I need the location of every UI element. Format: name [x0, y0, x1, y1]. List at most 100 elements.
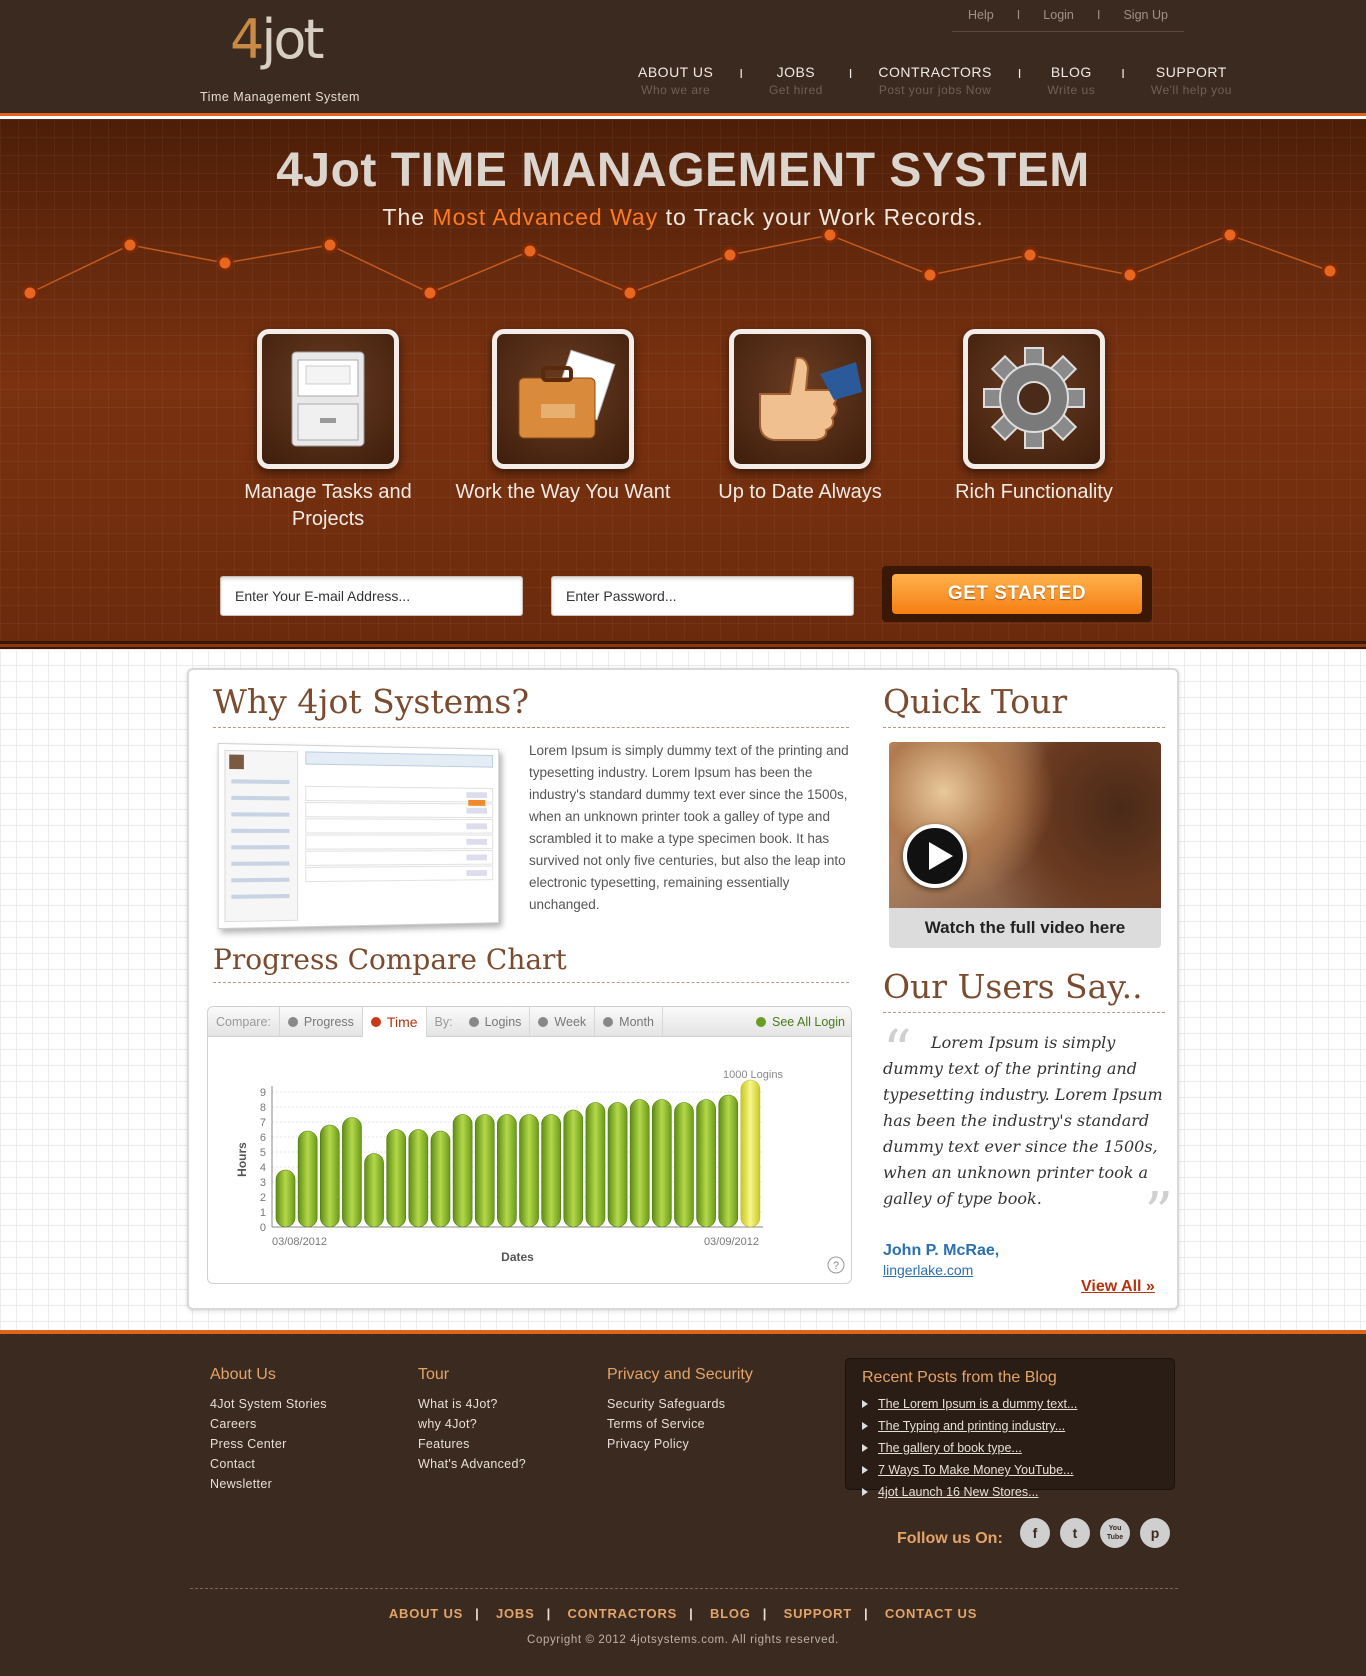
footer-link[interactable]: What's Advanced?: [418, 1454, 526, 1474]
hero-decorative-line: [21, 229, 1339, 302]
feature-manage-tasks[interactable]: Manage Tasks and Projects: [218, 329, 438, 533]
footer-nav-separator: |: [864, 1606, 869, 1621]
logins-tab[interactable]: Logins: [461, 1007, 531, 1037]
footer-link[interactable]: Contact: [210, 1454, 327, 1474]
youtube-icon[interactable]: You Tube: [1100, 1518, 1130, 1548]
y-tick-label: 8: [260, 1102, 266, 1114]
footer-link[interactable]: 4Jot System Stories: [210, 1394, 327, 1414]
footer-nav-support[interactable]: SUPPORT: [784, 1606, 852, 1621]
signup-link[interactable]: Sign Up: [1123, 8, 1167, 31]
nav-blog[interactable]: BLOG Write us: [1021, 64, 1121, 97]
y-tick-label: 0: [260, 1222, 266, 1234]
chart-bar: [607, 1102, 628, 1228]
view-all-link[interactable]: View All »: [1081, 1278, 1155, 1296]
footer-link[interactable]: Terms of Service: [607, 1414, 753, 1434]
feature-label: Work the Way You Want: [455, 481, 671, 503]
blog-post-link[interactable]: 7 Ways To Make Money YouTube...: [862, 1459, 1158, 1481]
email-input[interactable]: [220, 576, 523, 616]
footer-privacy-title: Privacy and Security: [607, 1366, 753, 1383]
radio-icon: [370, 1016, 381, 1027]
feature-rich-functionality[interactable]: Rich Functionality: [924, 329, 1144, 506]
twitter-icon[interactable]: t: [1060, 1518, 1090, 1548]
login-link[interactable]: Login: [1043, 8, 1074, 31]
y-tick-label: 9: [260, 1087, 266, 1099]
logo-word: jot: [261, 8, 324, 71]
y-tick-label: 6: [260, 1132, 266, 1144]
footer-nav-blog[interactable]: BLOG: [710, 1606, 751, 1621]
video-caption[interactable]: Watch the full video here: [889, 908, 1161, 948]
top-links: Help I Login I Sign Up: [952, 8, 1184, 32]
footer-nav-contractors[interactable]: CONTRACTORS: [567, 1606, 677, 1621]
nav-contractors[interactable]: CONTRACTORS Post your jobs Now: [852, 64, 1017, 97]
chart-bar: [386, 1129, 407, 1228]
footer-link[interactable]: Features: [418, 1434, 526, 1454]
testimonial-site-link[interactable]: lingerlake.com: [883, 1262, 973, 1278]
week-tab[interactable]: Week: [530, 1007, 596, 1037]
nav-about-us[interactable]: ABOUT US Who we are: [612, 64, 739, 97]
x-tick-label: 03/09/2012: [704, 1236, 759, 1248]
feature-work-your-way[interactable]: Work the Way You Want: [453, 329, 673, 506]
video-player[interactable]: Watch the full video here: [889, 742, 1161, 948]
footer-about-column: About Us 4Jot System Stories Careers Pre…: [210, 1366, 327, 1494]
footer-link[interactable]: What is 4Jot?: [418, 1394, 526, 1414]
help-icon-glyph: ?: [833, 1260, 839, 1272]
blog-post-link[interactable]: The gallery of book type...: [862, 1437, 1158, 1459]
top-separator: I: [1096, 8, 1101, 22]
nav-title: SUPPORT: [1155, 64, 1227, 80]
footer-link[interactable]: why 4Jot?: [418, 1414, 526, 1434]
password-input[interactable]: [551, 576, 854, 616]
footer-divider: [190, 1588, 1178, 1589]
blog-post-link[interactable]: The Lorem Ipsum is a dummy text...: [862, 1393, 1158, 1415]
feature-label: Rich Functionality: [955, 481, 1113, 503]
footer-nav-about-us[interactable]: ABOUT US: [389, 1606, 463, 1621]
footer-link[interactable]: Security Safeguards: [607, 1394, 753, 1414]
blog-post-link[interactable]: 4jot Launch 16 New Stores...: [862, 1481, 1158, 1503]
chart-bar: [408, 1129, 429, 1228]
hero-bottom-border: [0, 641, 1366, 649]
logo[interactable]: 4jot Time Management System: [200, 8, 380, 108]
x-axis-label: Dates: [501, 1250, 534, 1264]
progress-tab[interactable]: Progress: [280, 1007, 363, 1037]
play-icon[interactable]: [903, 824, 967, 888]
why-description: Lorem Ipsum is simply dummy text of the …: [529, 743, 849, 912]
get-started-button[interactable]: GET STARTED: [892, 574, 1142, 614]
logo-tagline: Time Management System: [200, 90, 360, 104]
chart-bar: [342, 1117, 362, 1228]
pinterest-icon[interactable]: p: [1140, 1518, 1170, 1548]
hero-grid-texture: [0, 119, 1366, 649]
by-label: By:: [434, 1014, 453, 1029]
nav-subtitle: Write us: [1047, 83, 1096, 97]
see-all-login-button[interactable]: See All Login: [748, 1007, 851, 1037]
month-tab-label: Month: [619, 1014, 654, 1029]
nav-jobs[interactable]: JOBS Get hired: [743, 64, 849, 97]
blog-post-link[interactable]: The Typing and printing industry...: [862, 1415, 1158, 1437]
footer-nav-jobs[interactable]: JOBS: [496, 1606, 535, 1621]
testimonial-author: John P. McRae,: [883, 1242, 1000, 1259]
facebook-icon[interactable]: f: [1020, 1518, 1050, 1548]
chart-bar: [541, 1114, 561, 1228]
why-heading: Why 4jot Systems?: [213, 682, 849, 728]
month-tab[interactable]: Month: [595, 1007, 663, 1037]
footer-nav-contact-us[interactable]: CONTACT US: [885, 1606, 977, 1621]
feature-label: Up to Date Always: [718, 481, 882, 503]
y-tick-label: 3: [260, 1177, 266, 1189]
footer-privacy-column: Privacy and Security Security Safeguards…: [607, 1366, 753, 1454]
help-link[interactable]: Help: [968, 8, 994, 31]
footer-link[interactable]: Press Center: [210, 1434, 327, 1454]
chart-toolbar: Compare: Progress Time By: Logins Week M…: [208, 1007, 851, 1037]
chart-bar: [674, 1102, 694, 1228]
radio-icon: [538, 1016, 549, 1027]
chart-bar: [519, 1114, 539, 1228]
x-tick-label: 03/08/2012: [272, 1236, 327, 1248]
time-tab[interactable]: Time: [362, 1007, 427, 1037]
main-panel: Why 4jot Systems? Lorem Ipsum is simply …: [187, 668, 1179, 1310]
nav-subtitle: Get hired: [768, 83, 823, 97]
footer-link[interactable]: Newsletter: [210, 1474, 327, 1494]
chart-bar: [696, 1099, 716, 1228]
gear-icon: [963, 329, 1105, 469]
feature-up-to-date[interactable]: Up to Date Always: [690, 329, 910, 506]
nav-support[interactable]: SUPPORT We'll help you: [1125, 64, 1258, 97]
footer-link[interactable]: Careers: [210, 1414, 327, 1434]
footer-nav-separator: |: [762, 1606, 768, 1621]
footer-link[interactable]: Privacy Policy: [607, 1434, 753, 1454]
